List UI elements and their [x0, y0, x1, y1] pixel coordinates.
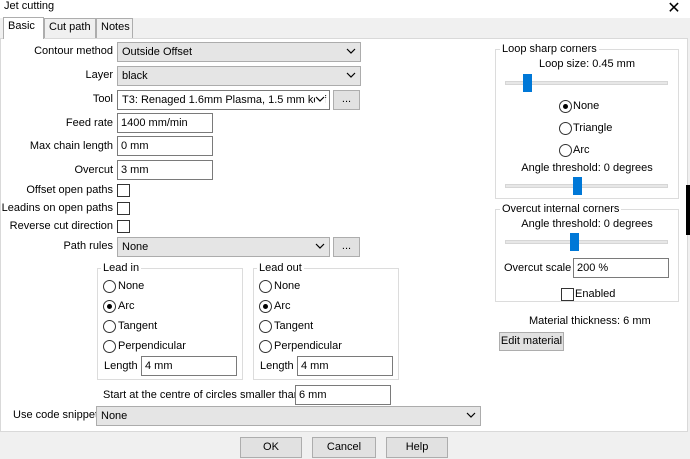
overcut-angle-slider[interactable] — [570, 233, 579, 251]
loop-size-label: Loop size: 0.45 mm — [539, 58, 635, 70]
loop-arc-label: Arc — [573, 144, 590, 156]
circles-label: Start at the centre of circles smaller t… — [103, 389, 300, 401]
overcut-enabled-label: Enabled — [575, 288, 616, 300]
overcut-internal-title: Overcut internal corners — [500, 203, 622, 215]
lead-in-arc-radio[interactable] — [103, 300, 116, 313]
leadins-open-paths-checkbox[interactable] — [117, 202, 130, 215]
offset-open-paths-label: Offset open paths — [26, 184, 113, 196]
lead-out-arc-radio[interactable] — [259, 300, 272, 313]
contour-method-value: Outside Offset — [122, 46, 193, 58]
leadins-open-paths-label: Leadins on open paths — [1, 202, 113, 214]
loop-triangle-label: Triangle — [573, 122, 613, 134]
overcut-enabled-checkbox[interactable] — [561, 288, 574, 301]
edit-material-button[interactable]: Edit material — [499, 332, 564, 351]
snippet-value: None — [101, 410, 128, 422]
loop-none-radio[interactable] — [559, 100, 572, 113]
lead-out-title: Lead out — [257, 262, 304, 274]
loop-angle-track — [505, 184, 668, 188]
lead-in-tangent-radio[interactable] — [103, 320, 116, 333]
lead-out-tangent-label: Tangent — [274, 320, 314, 332]
lead-in-perpendicular-radio[interactable] — [103, 340, 116, 353]
window-title: Jet cutting — [4, 0, 55, 12]
path-rules-value: None — [122, 241, 149, 253]
tool-select[interactable]: T3: Renaged 1.6mm Plasma, 1.5 mm kerf — [117, 90, 330, 110]
layer-value: black — [122, 70, 148, 82]
path-rules-label: Path rules — [63, 240, 113, 252]
circles-field[interactable]: 6 mm — [295, 385, 391, 405]
contour-method-label: Contour method — [34, 45, 113, 57]
max-chain-field[interactable]: 0 mm — [117, 136, 213, 156]
title-bar — [0, 0, 690, 18]
ok-button[interactable]: OK — [240, 437, 302, 458]
overcut-angle-track — [505, 240, 668, 244]
lead-out-none-label: None — [274, 280, 301, 292]
chevron-down-icon — [315, 243, 325, 249]
tab-notes[interactable]: Notes — [96, 18, 133, 38]
overcut-scale-label: Overcut scale — [504, 262, 572, 274]
lead-in-none-label: None — [118, 280, 145, 292]
lead-in-length-label: Length — [104, 360, 138, 372]
lead-out-tangent-radio[interactable] — [259, 320, 272, 333]
window-edge — [686, 185, 690, 235]
lead-in-none-radio[interactable] — [103, 280, 116, 293]
chevron-down-icon — [346, 72, 356, 78]
max-chain-label: Max chain length — [29, 140, 113, 152]
overcut-label: Overcut — [74, 164, 113, 176]
lead-out-perpendicular-label: Perpendicular — [274, 340, 342, 352]
layer-select[interactable]: black — [117, 66, 361, 86]
reverse-cut-label: Reverse cut direction — [9, 220, 113, 232]
lead-in-tangent-label: Tangent — [118, 320, 158, 332]
chevron-down-icon — [466, 412, 476, 418]
overcut-angle-label: Angle threshold: 0 degrees — [521, 218, 653, 230]
tool-value: T3: Renaged 1.6mm Plasma, 1.5 mm kerf — [122, 94, 327, 106]
lead-in-arc-label: Arc — [118, 300, 135, 312]
loop-angle-label: Angle threshold: 0 degrees — [521, 162, 653, 174]
close-icon[interactable]: ✕ — [664, 0, 684, 18]
overcut-field[interactable]: 3 mm — [117, 160, 213, 180]
lead-out-length-field[interactable]: 4 mm — [297, 356, 393, 376]
chevron-down-icon — [346, 48, 356, 54]
reverse-cut-checkbox[interactable] — [117, 220, 130, 233]
feed-rate-label: Feed rate — [65, 117, 113, 129]
overcut-scale-field[interactable]: 200 % — [573, 258, 669, 278]
lead-out-arc-label: Arc — [274, 300, 291, 312]
lead-in-perpendicular-label: Perpendicular — [118, 340, 186, 352]
material-thickness-label: Material thickness: 6 mm — [529, 315, 651, 327]
snippet-select[interactable]: None — [96, 406, 481, 426]
path-rules-select[interactable]: None — [117, 237, 330, 257]
lead-in-length-field[interactable]: 4 mm — [141, 356, 237, 376]
lead-out-perpendicular-radio[interactable] — [259, 340, 272, 353]
lead-in-title: Lead in — [101, 262, 142, 274]
chevron-down-icon — [315, 94, 325, 104]
tool-label: Tool — [92, 93, 113, 105]
loop-size-slider[interactable] — [523, 74, 532, 92]
contour-method-select[interactable]: Outside Offset — [117, 42, 361, 62]
feed-rate-field[interactable]: 1400 mm/min — [117, 113, 213, 133]
offset-open-paths-checkbox[interactable] — [117, 184, 130, 197]
loop-none-label: None — [573, 100, 600, 112]
tool-browse-button[interactable]: ... — [333, 90, 360, 110]
path-rules-browse-button[interactable]: ... — [333, 237, 360, 257]
lead-out-none-radio[interactable] — [259, 280, 272, 293]
tab-cut-path[interactable]: Cut path — [44, 18, 96, 38]
layer-label: Layer — [85, 69, 113, 81]
loop-triangle-radio[interactable] — [559, 122, 572, 135]
help-button[interactable]: Help — [386, 437, 448, 458]
loop-sharp-title: Loop sharp corners — [500, 43, 599, 55]
loop-angle-slider[interactable] — [573, 177, 582, 195]
lead-out-length-label: Length — [260, 360, 294, 372]
cancel-button[interactable]: Cancel — [312, 437, 376, 458]
loop-arc-radio[interactable] — [559, 144, 572, 157]
tab-basic[interactable]: Basic — [3, 17, 44, 39]
snippet-label: Use code snippet — [13, 409, 98, 421]
